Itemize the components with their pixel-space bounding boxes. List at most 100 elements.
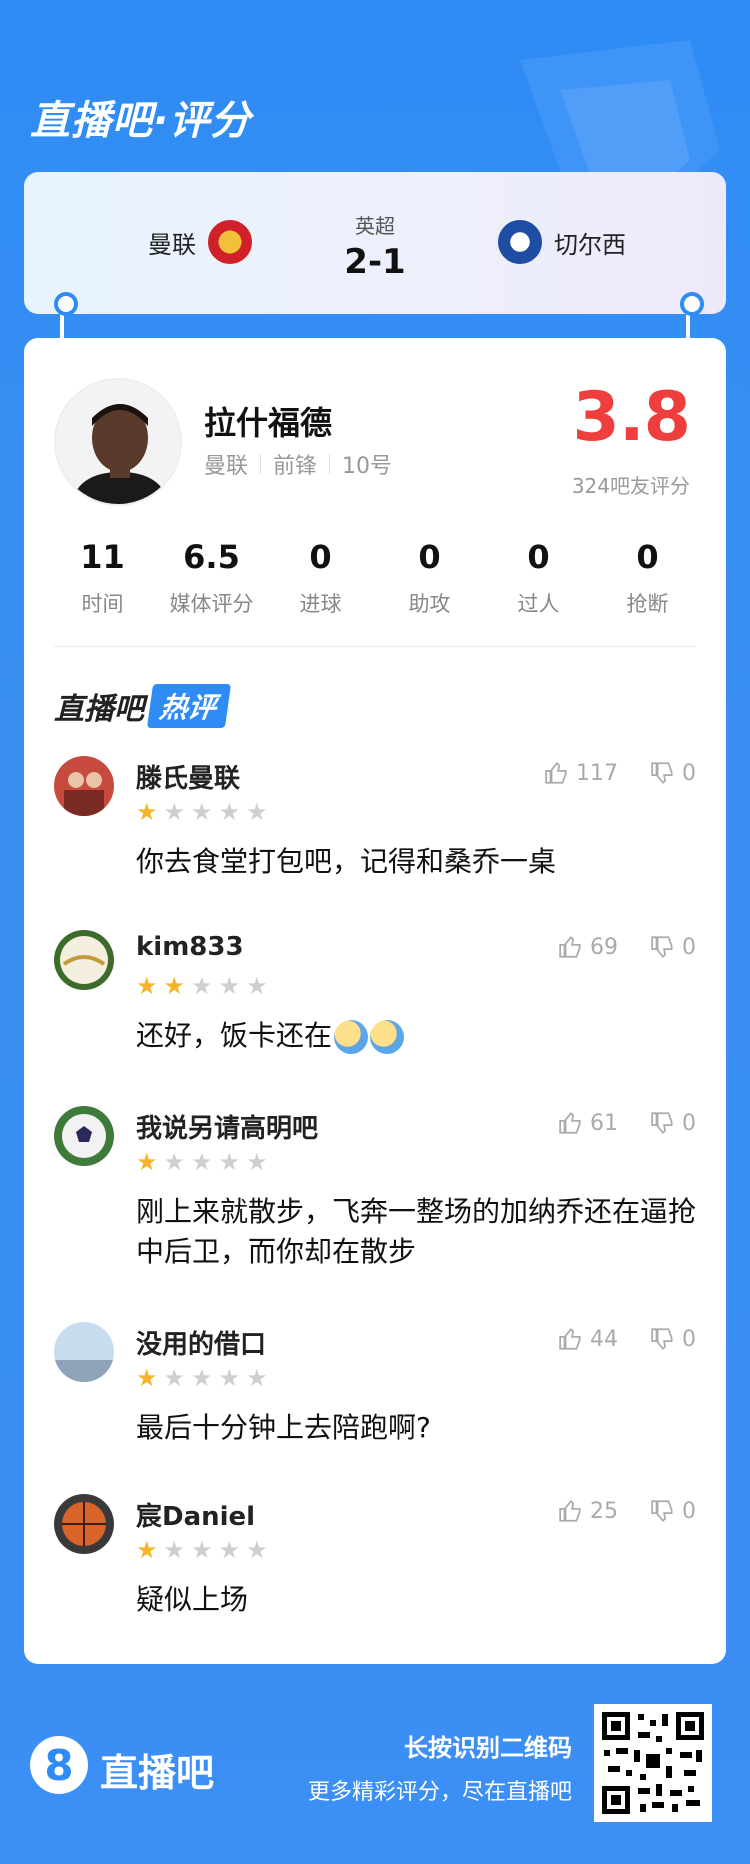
- dislike-button[interactable]: 0: [650, 760, 696, 786]
- player-rating-card: 拉什福德 曼联 前锋 10号 3.8 324吧友评分 11 时间 6.5 媒体评…: [24, 338, 726, 1664]
- comment-stars: ★ ★ ★ ★ ★: [136, 1538, 268, 1562]
- football-photo-icon: [54, 930, 114, 990]
- comment-item: 滕氏曼联 ★ ★ ★ ★ ★ 你去食堂打包吧，记得和桑乔一桌 117 0: [54, 756, 696, 878]
- comment-username[interactable]: 宸Daniel: [136, 1496, 255, 1533]
- stat-label: 进球: [299, 592, 342, 616]
- user-avatar[interactable]: [54, 756, 114, 816]
- comment-username[interactable]: 没用的借口: [136, 1324, 266, 1361]
- star-empty-icon: ★: [191, 1364, 213, 1392]
- stat-value: 11: [80, 538, 125, 576]
- page-title: 直播吧·评分: [30, 98, 252, 144]
- hot-title-brand: 直播吧: [54, 692, 144, 727]
- comment-item: 我说另请高明吧 ★ ★ ★ ★ ★ 刚上来就散步，飞奔一整场的加纳乔还在逼抢中后卫，而你…: [54, 1106, 696, 1276]
- comment-actions: 117 0: [544, 760, 696, 786]
- star-empty-icon: ★: [246, 1148, 268, 1176]
- stat-label: 媒体评分: [169, 592, 254, 616]
- stat-label: 过人: [517, 592, 560, 616]
- comment-item: 宸Daniel ★ ★ ★ ★ ★ 疑似上场 25 0: [54, 1494, 696, 1616]
- like-count: 69: [590, 934, 618, 960]
- stat-dribbles: 0 过人: [489, 538, 589, 618]
- user-avatar[interactable]: [54, 1106, 114, 1166]
- brand-logo-icon: 8: [30, 1736, 88, 1794]
- star-empty-icon: ★: [163, 1148, 186, 1176]
- player-position: 前锋: [273, 454, 318, 479]
- emoji-icon: [370, 1020, 405, 1054]
- stat-media-rating: 6.5 媒体评分: [162, 538, 262, 618]
- comment-actions: 61 0: [558, 1110, 696, 1136]
- comment-text: 疑似上场: [136, 1583, 249, 1616]
- qr-code[interactable]: [594, 1704, 712, 1822]
- star-filled-icon: ★: [136, 798, 158, 826]
- sky-photo-icon: [54, 1322, 114, 1382]
- star-empty-icon: ★: [191, 1536, 213, 1564]
- player-avatar[interactable]: [54, 378, 182, 506]
- star-filled-icon: ★: [163, 972, 186, 1000]
- comment-stars: ★ ★ ★ ★ ★: [136, 974, 268, 998]
- stat-time: 11 时间: [53, 538, 153, 618]
- like-button[interactable]: 44: [558, 1326, 618, 1352]
- dislike-count: 0: [682, 1326, 696, 1352]
- hot-comments-title: 直播吧 热评: [54, 684, 232, 728]
- like-count: 25: [590, 1498, 618, 1524]
- comment-stars: ★ ★ ★ ★ ★: [136, 1366, 268, 1390]
- basketball-icon: [54, 1494, 114, 1554]
- dislike-count: 0: [682, 1498, 696, 1524]
- star-empty-icon: ★: [218, 1536, 241, 1564]
- meta-divider: [329, 454, 331, 474]
- dislike-button[interactable]: 0: [650, 1498, 696, 1524]
- thumbs-up-icon: [545, 761, 567, 784]
- thumbs-down-icon: [651, 762, 673, 785]
- stat-value: 0: [527, 538, 550, 576]
- away-team[interactable]: 切尔西: [498, 220, 626, 264]
- comment-actions: 25 0: [558, 1498, 696, 1524]
- dislike-button[interactable]: 0: [650, 1326, 696, 1352]
- stat-tackles: 0 抢断: [598, 538, 698, 618]
- player-meta: 曼联 前锋 10号: [204, 448, 392, 480]
- comment-text-content: 还好，饭卡还在: [136, 1019, 333, 1052]
- star-empty-icon: ★: [191, 1148, 213, 1176]
- section-divider: [54, 646, 696, 647]
- thumbs-down-icon: [651, 936, 673, 959]
- stat-value: 0: [636, 538, 659, 576]
- star-filled-icon: ★: [136, 972, 158, 1000]
- match-card[interactable]: 曼联 英超 2-1 切尔西: [24, 172, 726, 314]
- thumbs-up-icon: [559, 1499, 581, 1522]
- stat-value: 0: [309, 538, 332, 576]
- star-empty-icon: ★: [218, 972, 241, 1000]
- star-empty-icon: ★: [246, 798, 268, 826]
- player-team: 曼联: [204, 454, 249, 479]
- star-empty-icon: ★: [218, 1364, 241, 1392]
- user-avatar[interactable]: [54, 930, 114, 990]
- star-empty-icon: ★: [163, 1536, 186, 1564]
- user-photo-icon: [54, 756, 114, 816]
- comment-text: 最后十分钟上去陪跑啊?: [136, 1411, 431, 1444]
- comment-item: 没用的借口 ★ ★ ★ ★ ★ 最后十分钟上去陪跑啊? 44 0: [54, 1322, 696, 1444]
- comment-text: 还好，饭卡还在: [136, 1016, 696, 1056]
- stat-goals: 0 进球: [271, 538, 371, 618]
- user-avatar[interactable]: [54, 1322, 114, 1382]
- star-empty-icon: ★: [218, 798, 241, 826]
- thumbs-up-icon: [559, 935, 581, 958]
- like-button[interactable]: 61: [558, 1110, 618, 1136]
- emoji-icon: [334, 1020, 369, 1054]
- dislike-count: 0: [682, 934, 696, 960]
- star-empty-icon: ★: [246, 972, 268, 1000]
- qr-code-icon: [600, 1710, 706, 1816]
- star-empty-icon: ★: [163, 798, 186, 826]
- player-photo-icon: [56, 380, 180, 504]
- like-button[interactable]: 25: [558, 1498, 618, 1524]
- comment-username[interactable]: 我说另请高明吧: [136, 1108, 318, 1145]
- user-avatar[interactable]: [54, 1494, 114, 1554]
- thumbs-down-icon: [651, 1112, 673, 1135]
- dislike-button[interactable]: 0: [650, 934, 696, 960]
- star-filled-icon: ★: [136, 1148, 158, 1176]
- like-button[interactable]: 69: [558, 934, 618, 960]
- footer-brand: 直播吧: [100, 1751, 215, 1795]
- dislike-button[interactable]: 0: [650, 1110, 696, 1136]
- comment-username[interactable]: kim833: [136, 932, 244, 962]
- comment-username[interactable]: 滕氏曼联: [136, 758, 240, 795]
- comment-item: kim833 ★ ★ ★ ★ ★ 还好，饭卡还在 69 0: [54, 930, 696, 1054]
- star-empty-icon: ★: [191, 972, 213, 1000]
- like-button[interactable]: 117: [544, 760, 618, 786]
- comment-stars: ★ ★ ★ ★ ★: [136, 1150, 268, 1174]
